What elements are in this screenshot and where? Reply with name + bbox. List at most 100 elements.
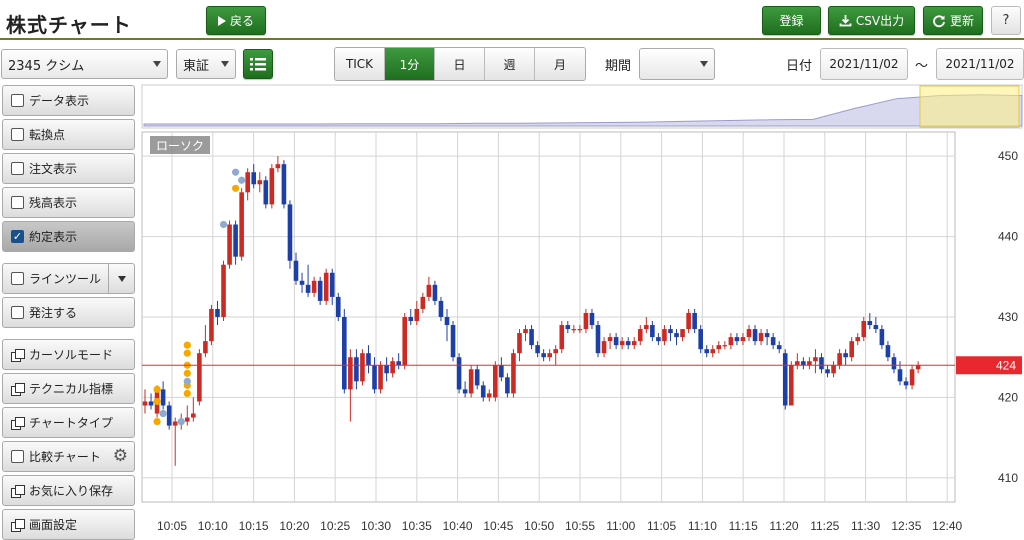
refresh-button-label: 更新 — [949, 14, 974, 28]
register-button[interactable]: 登録 — [762, 6, 821, 35]
date-to-input[interactable]: 2021/11/02 — [936, 48, 1024, 80]
candle-body — [281, 164, 287, 205]
candle-body — [541, 353, 546, 358]
sidebar-item-technical-indicators[interactable]: テクニカル指標 — [2, 373, 135, 404]
stock-select[interactable]: 2345 クシム — [1, 49, 168, 79]
market-select-value: 東証 — [183, 58, 210, 74]
candle-body — [728, 337, 734, 346]
sidebar-item-turning-point[interactable]: 転換点 — [2, 119, 135, 150]
csv-export-button[interactable]: CSV出力 — [828, 6, 915, 35]
sidebar-item-save-favorite[interactable]: お気に入り保存 — [2, 475, 135, 506]
gear-icon[interactable]: ⚙ — [113, 448, 128, 465]
candle-body — [903, 381, 909, 386]
tab-week[interactable]: 週 — [485, 48, 535, 80]
checkbox[interactable] — [11, 450, 24, 463]
sell-execution-marker — [238, 176, 246, 184]
csv-export-label: CSV出力 — [855, 14, 905, 28]
market-select[interactable]: 東証 — [176, 49, 236, 79]
sidebar-item-line-tool[interactable]: ラインツール — [2, 263, 135, 294]
sidebar-item-place-order[interactable]: 発注する — [2, 297, 135, 328]
candle-body — [589, 312, 595, 326]
overview-navigator[interactable] — [141, 84, 1023, 129]
date-label: 日付 — [786, 59, 813, 74]
window-icon — [11, 348, 25, 362]
candle-body — [511, 353, 516, 394]
tab-month[interactable]: 月 — [535, 48, 585, 80]
y-tick-label: 450 — [998, 149, 1018, 163]
help-button[interactable]: ? — [991, 6, 1021, 35]
candle-body — [619, 341, 625, 346]
sidebar-item-data-display[interactable]: データ表示 — [2, 85, 135, 116]
sidebar-item-order-display[interactable]: 注文表示 — [2, 153, 135, 184]
checkbox[interactable] — [11, 94, 24, 107]
candle-body — [215, 308, 220, 317]
tab-tick[interactable]: TICK — [335, 48, 385, 80]
candle-body — [722, 345, 728, 347]
back-button[interactable]: 戻る — [206, 6, 266, 35]
refresh-button[interactable]: 更新 — [923, 6, 983, 35]
tab-day[interactable]: 日 — [435, 48, 485, 80]
buy-execution-marker — [153, 417, 161, 426]
sidebar-item-label: 画面設定 — [29, 518, 78, 532]
date-from-input[interactable]: 2021/11/02 — [820, 48, 908, 80]
x-tick-label: 10:20 — [279, 519, 309, 533]
candle-body — [209, 308, 214, 342]
candle-body — [468, 369, 474, 394]
sidebar-item-execution-display[interactable]: ✓ 約定表示 — [2, 221, 135, 252]
x-tick-label: 10:40 — [443, 519, 473, 533]
sidebar-item-label: チャートタイプ — [29, 416, 113, 430]
checkbox[interactable] — [11, 162, 24, 175]
sidebar-item-label: 残高表示 — [29, 196, 78, 210]
candle-body — [372, 365, 377, 390]
candle-body — [148, 401, 154, 406]
candle-body — [782, 353, 788, 406]
y-tick-label: 430 — [998, 310, 1018, 324]
sidebar-item-screen-settings[interactable]: 画面設定 — [2, 509, 135, 540]
candle-body — [480, 385, 486, 398]
sidebar-item-label: 転換点 — [29, 128, 66, 142]
tab-1min[interactable]: 1分 — [385, 48, 435, 80]
buy-execution-marker — [183, 389, 191, 398]
list-icon — [250, 58, 266, 71]
checkbox[interactable] — [11, 272, 24, 285]
candle-body — [184, 417, 190, 422]
window-icon — [11, 518, 25, 532]
play-icon — [217, 15, 226, 26]
candle-body — [674, 333, 679, 338]
period-select[interactable] — [639, 48, 715, 80]
sidebar-item-label: ラインツール — [29, 272, 102, 286]
candle-body — [867, 321, 873, 326]
candle-body — [686, 312, 691, 330]
sidebar-item-chart-type[interactable]: チャートタイプ — [2, 407, 135, 438]
candle-body — [837, 353, 842, 366]
candle-body — [203, 341, 208, 354]
candle-body — [807, 361, 812, 366]
sidebar-item-cursor-mode[interactable]: カーソルモード — [2, 339, 135, 370]
candle-body — [662, 329, 667, 342]
candle-body — [529, 329, 534, 346]
candle-body — [571, 329, 577, 331]
sell-execution-marker — [219, 220, 228, 229]
checkbox[interactable] — [11, 128, 24, 141]
candlestick-chart[interactable]: 410 420 430 440 450 10:05 10:10 10:15 10:20 10:25… — [140, 84, 1024, 539]
candle-body — [577, 329, 583, 331]
sidebar-item-compare-chart[interactable]: 比較チャート ⚙ — [2, 441, 135, 472]
candle-body — [716, 345, 722, 350]
checkbox[interactable] — [11, 196, 24, 209]
period-label: 期間 — [605, 59, 632, 74]
page-title: 株式チャート — [6, 13, 132, 37]
candle-body — [885, 345, 891, 358]
x-tick-label: 10:45 — [483, 519, 513, 533]
candle-body — [692, 312, 697, 330]
window-icon — [11, 382, 25, 396]
candle-body — [891, 357, 897, 370]
candle-body — [335, 296, 341, 317]
candle-body — [499, 365, 504, 378]
checkbox[interactable] — [11, 306, 24, 319]
list-view-button[interactable] — [243, 49, 273, 79]
dropdown-arrow-button[interactable] — [108, 264, 134, 293]
sidebar-item-balance-display[interactable]: 残高表示 — [2, 187, 135, 218]
candle-body — [366, 353, 371, 366]
candle-body — [142, 401, 148, 406]
checkbox-checked[interactable]: ✓ — [11, 230, 24, 243]
